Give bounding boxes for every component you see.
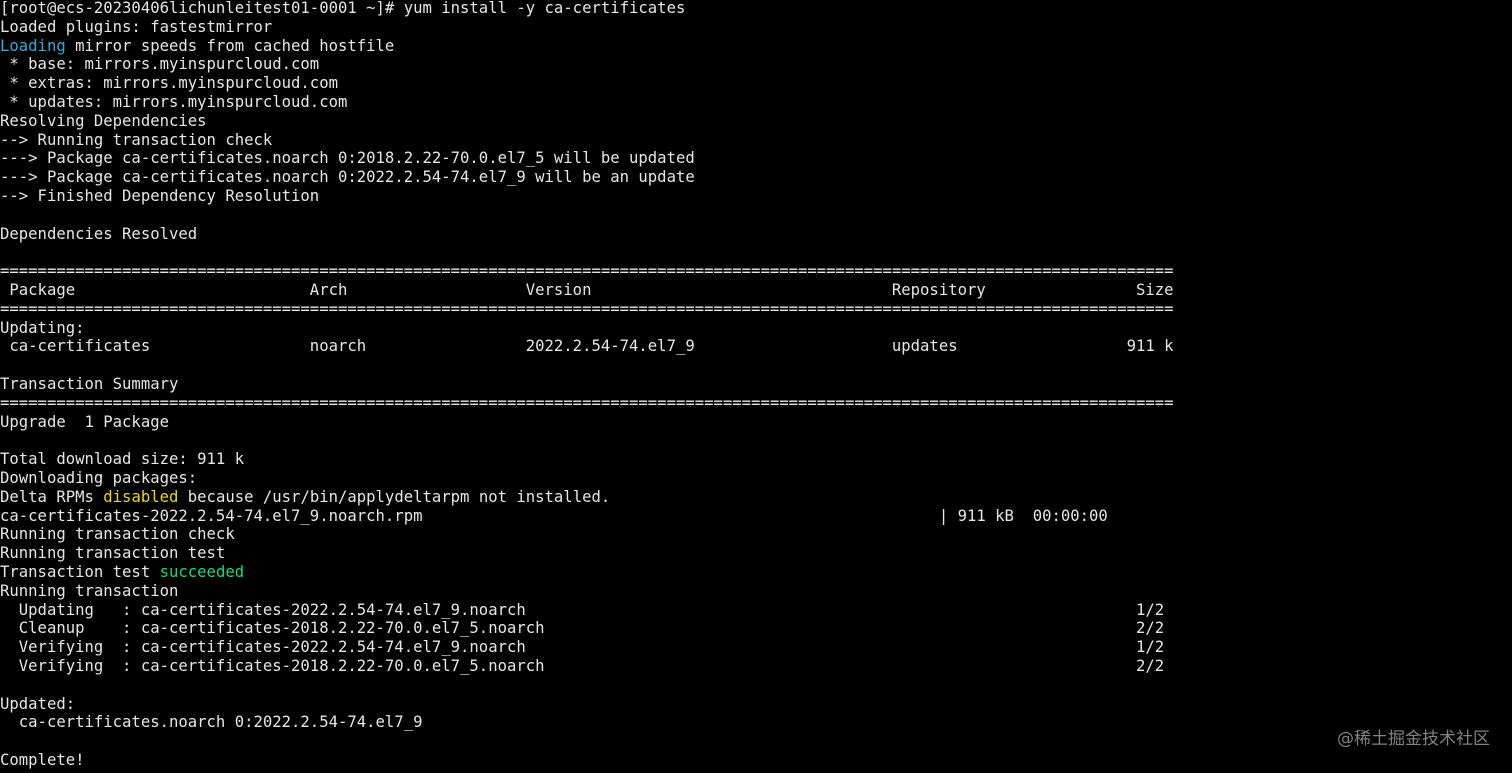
terminal-line: --> Running transaction check: [0, 131, 272, 150]
terminal-line: Dependencies Resolved: [0, 225, 197, 244]
terminal-line: Package Arch Version Repository Size: [0, 281, 1174, 300]
terminal-text-segment: * base: mirrors.myinspurcloud.com: [0, 55, 320, 74]
terminal-text-segment: mirror speeds from cached hostfile: [65, 36, 395, 55]
terminal-line: Upgrade 1 Package: [0, 413, 169, 432]
terminal-text-segment: Upgrade 1 Package: [0, 412, 169, 431]
terminal-line: Transaction test succeeded: [0, 563, 244, 582]
terminal-text-segment: Package Arch Version Repository Size: [0, 281, 1174, 299]
terminal-text-segment: Running transaction test: [0, 544, 226, 563]
terminal-text-segment: Updating : ca-certificates-2022.2.54-74.…: [0, 600, 1165, 619]
terminal-text-segment: Loaded plugins: fastestmirror: [0, 17, 273, 36]
terminal-text-segment: Downloading packages:: [0, 469, 198, 487]
terminal-text-segment: Running transaction check: [0, 525, 235, 544]
terminal-text-segment: Total download size: 911 k: [0, 450, 245, 469]
terminal-line: Running transaction: [0, 582, 178, 601]
terminal-text-segment: Dependencies Resolved: [0, 224, 198, 243]
terminal-line: Updating:: [0, 319, 85, 338]
terminal-line: Verifying : ca-certificates-2018.2.22-70…: [0, 657, 1164, 676]
terminal-line: ========================================…: [0, 262, 1174, 281]
terminal-line: Verifying : ca-certificates-2022.2.54-74…: [0, 638, 1164, 657]
terminal-text-segment: --> Running transaction check: [0, 130, 273, 149]
terminal-text-segment: * extras: mirrors.myinspurcloud.com: [0, 74, 338, 93]
terminal-text-segment: because /usr/bin/applydeltarpm not insta…: [178, 487, 611, 506]
terminal-line: Delta RPMs disabled because /usr/bin/app…: [0, 488, 610, 507]
terminal-window[interactable]: [root@ecs-20230406lichunleitest01-0001 ~…: [0, 0, 1512, 773]
terminal-line: * updates: mirrors.myinspurcloud.com: [0, 93, 347, 112]
terminal-line: Loading mirror speeds from cached hostfi…: [0, 37, 394, 56]
terminal-text-segment: Running transaction: [0, 581, 179, 600]
terminal-line: ca-certificates noarch 2022.2.54-74.el7_…: [0, 337, 1174, 356]
terminal-text-segment: ========================================…: [0, 262, 1174, 281]
terminal-line: Updating : ca-certificates-2022.2.54-74.…: [0, 601, 1164, 620]
terminal-text-segment: Transaction test: [0, 563, 160, 581]
terminal-line: Updated:: [0, 695, 75, 714]
terminal-line: ca-certificates.noarch 0:2022.2.54-74.el…: [0, 713, 423, 732]
terminal-text-segment: Loading: [0, 36, 66, 55]
terminal-line: [root@ecs-20230406lichunleitest01-0001 ~…: [0, 0, 685, 18]
terminal-text-segment: ========================================…: [0, 393, 1174, 412]
watermark: @稀土掘金技术社区: [1337, 729, 1490, 749]
terminal-line: ========================================…: [0, 300, 1174, 319]
terminal-text-segment: Complete!: [0, 751, 85, 769]
terminal-text-segment: ---> Package ca-certificates.noarch 0:20…: [0, 149, 695, 168]
terminal-text-segment: ca-certificates.noarch 0:2022.2.54-74.el…: [0, 713, 423, 732]
terminal-line: Downloading packages:: [0, 469, 197, 488]
terminal-text-segment: [root@ecs-20230406lichunleitest01-0001 ~…: [0, 0, 686, 17]
terminal-text-segment: --> Finished Dependency Resolution: [0, 187, 320, 205]
terminal-line: Total download size: 911 k: [0, 450, 244, 469]
terminal-text-segment: ca-certificates noarch 2022.2.54-74.el7_…: [0, 337, 1174, 356]
terminal-line: ---> Package ca-certificates.noarch 0:20…: [0, 168, 695, 187]
terminal-text-segment: succeeded: [159, 563, 245, 581]
terminal-text-segment: * updates: mirrors.myinspurcloud.com: [0, 93, 348, 111]
terminal-text-segment: Updated:: [0, 694, 76, 713]
terminal-line: Loaded plugins: fastestmirror: [0, 18, 272, 37]
terminal-text-segment: Delta RPMs: [0, 487, 104, 506]
terminal-line: --> Finished Dependency Resolution: [0, 187, 319, 206]
terminal-text-segment: Verifying : ca-certificates-2022.2.54-74…: [0, 638, 1165, 657]
terminal-line: Resolving Dependencies: [0, 112, 207, 131]
terminal-line: * extras: mirrors.myinspurcloud.com: [0, 74, 338, 93]
terminal-line: ---> Package ca-certificates.noarch 0:20…: [0, 149, 695, 168]
terminal-text-segment: Verifying : ca-certificates-2018.2.22-70…: [0, 657, 1165, 675]
terminal-text-segment: Resolving Dependencies: [0, 111, 207, 130]
terminal-line: * base: mirrors.myinspurcloud.com: [0, 55, 319, 74]
terminal-line: Cleanup : ca-certificates-2018.2.22-70.0…: [0, 619, 1164, 638]
terminal-line: Complete!: [0, 751, 85, 770]
terminal-text-segment: ========================================…: [0, 299, 1174, 318]
terminal-line: ca-certificates-2022.2.54-74.el7_9.noarc…: [0, 507, 1108, 526]
terminal-text-segment: disabled: [103, 487, 179, 506]
terminal-line: Transaction Summary: [0, 375, 178, 394]
terminal-text-segment: Cleanup : ca-certificates-2018.2.22-70.0…: [0, 619, 1165, 638]
terminal-text-segment: Transaction Summary: [0, 375, 179, 393]
terminal-text-segment: ---> Package ca-certificates.noarch 0:20…: [0, 168, 695, 187]
terminal-text-segment: ca-certificates-2022.2.54-74.el7_9.noarc…: [0, 506, 1108, 525]
terminal-line: Running transaction test: [0, 544, 225, 563]
terminal-line: Running transaction check: [0, 525, 235, 544]
terminal-text-segment: Updating:: [0, 318, 85, 337]
terminal-line: ========================================…: [0, 394, 1174, 413]
